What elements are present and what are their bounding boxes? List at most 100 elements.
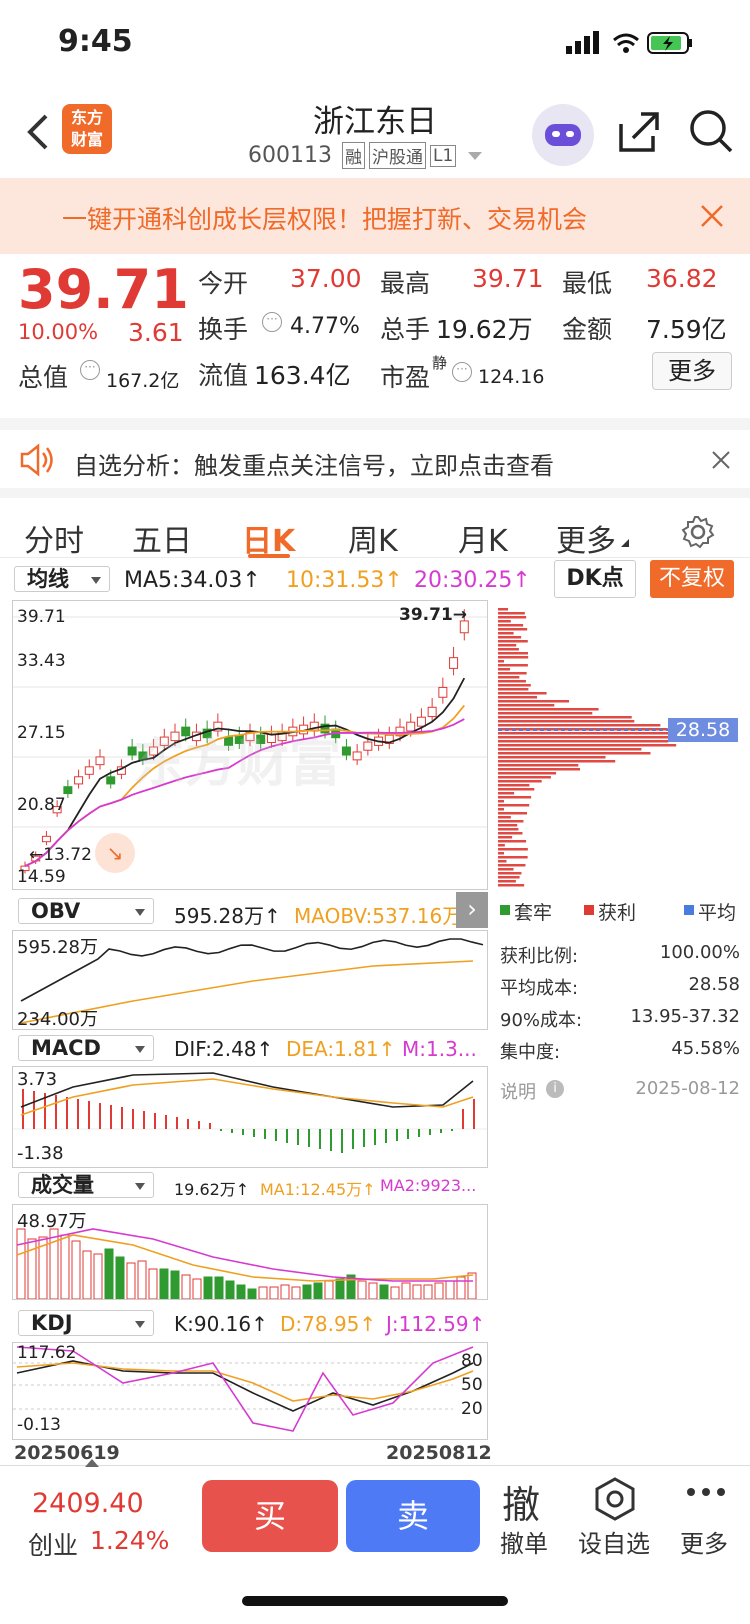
volume-bar xyxy=(335,1278,345,1300)
turnover-value: 4.77% xyxy=(290,314,360,339)
info-dots-icon[interactable]: ··· xyxy=(262,312,282,332)
quote-panel: 39.71 10.00% 3.61 总值 ··· 167.2亿 今开 37.00… xyxy=(0,254,750,418)
obv-select[interactable]: OBV xyxy=(18,898,154,924)
volume-value: 19.62万↑ xyxy=(174,1180,250,1199)
macd-m: M:1.3... xyxy=(402,1037,477,1061)
chip-bar xyxy=(498,736,684,739)
stock-code-row: 600113 融 沪股通 L1 xyxy=(248,142,483,169)
add-watchlist-label[interactable]: 设自选 xyxy=(578,1524,650,1559)
chip-bar xyxy=(498,816,511,819)
obv-ymin: 234.00万 xyxy=(17,1009,98,1030)
chip-bar xyxy=(498,884,525,887)
ma-select-label: 均线 xyxy=(27,567,69,591)
index-value[interactable]: 2409.40 xyxy=(32,1488,144,1519)
info-dots-icon[interactable]: ··· xyxy=(80,360,100,380)
buy-button[interactable]: 买 xyxy=(202,1480,338,1552)
chip-bar xyxy=(498,792,515,795)
volume-label: 总手 xyxy=(380,315,431,344)
chip-bar xyxy=(498,832,523,835)
chip-bar xyxy=(498,612,525,615)
chip-bar xyxy=(498,868,514,871)
watchlist-hexagon-icon[interactable] xyxy=(592,1476,638,1522)
search-icon[interactable] xyxy=(688,108,734,154)
info-icon[interactable]: i xyxy=(546,1080,564,1098)
tab-intraday[interactable]: 分时 xyxy=(24,516,84,560)
more-dots-icon[interactable] xyxy=(686,1486,726,1498)
chip-bar xyxy=(498,724,661,727)
chip-bar xyxy=(498,840,527,843)
badge-connect: 沪股通 xyxy=(368,142,426,169)
chip-bar xyxy=(498,864,526,867)
promo-banner[interactable]: 一键开通科创成长层权限！把握打新、交易机会 xyxy=(0,178,750,254)
note-link[interactable]: 说明 xyxy=(500,1082,536,1103)
dk-point-button[interactable]: DK点 xyxy=(554,560,636,598)
tab-monthly-k[interactable]: 月K xyxy=(458,516,508,560)
macd-select-label: MACD xyxy=(31,1036,101,1060)
adjust-button[interactable]: 不复权 xyxy=(650,560,734,598)
ma10-label: 10:31.53↑ xyxy=(286,568,403,593)
cancel-order-label[interactable]: 撤单 xyxy=(500,1524,548,1559)
ma20-label: 20:30.25↑ xyxy=(414,568,531,593)
volume-bar xyxy=(247,1288,257,1300)
chevron-right-icon[interactable]: › xyxy=(456,892,488,928)
pe-value: 124.16 xyxy=(478,366,545,388)
chip-bar xyxy=(498,712,593,715)
tab-weekly-k[interactable]: 周K xyxy=(348,516,398,560)
macd-select[interactable]: MACD xyxy=(18,1035,154,1061)
chip-bar xyxy=(498,872,522,875)
chip-bar xyxy=(498,716,632,719)
more-button[interactable]: 更多 xyxy=(652,352,732,390)
chip-bar xyxy=(498,824,518,827)
close-icon[interactable] xyxy=(700,204,724,228)
avg-cost-marker: 28.58 xyxy=(668,718,738,742)
chip-bar xyxy=(498,844,505,847)
volume-bar xyxy=(49,1228,59,1300)
candle-body xyxy=(449,657,459,669)
k-line xyxy=(16,1360,474,1412)
close-icon[interactable] xyxy=(711,450,731,470)
ma-select[interactable]: 均线 xyxy=(14,566,110,592)
banner-text: 一键开通科创成长层权限！把握打新、交易机会 xyxy=(62,205,588,234)
change-pct: 10.00% xyxy=(18,320,99,344)
speaker-icon xyxy=(20,443,53,477)
volume-bar xyxy=(390,1286,400,1300)
chip-bar xyxy=(498,880,516,883)
more-label[interactable]: 更多 xyxy=(680,1524,728,1559)
candle-body xyxy=(406,721,416,732)
caret-up-icon[interactable] xyxy=(84,1458,100,1468)
stat-value: 13.95-37.32 xyxy=(630,1006,740,1027)
expand-icon[interactable]: ↘ xyxy=(95,833,135,873)
candle-body xyxy=(95,756,105,766)
volume-select[interactable]: 成交量 xyxy=(18,1172,154,1198)
kdj-select-label: KDJ xyxy=(31,1311,73,1335)
chip-bar xyxy=(498,812,527,815)
tab-five-day[interactable]: 五日 xyxy=(132,516,192,560)
candle-body xyxy=(427,706,437,718)
y-label-min: 14.59 xyxy=(17,867,66,887)
candle-body xyxy=(63,786,73,795)
stat-value: 28.58 xyxy=(688,974,740,995)
turnover-label: 换手 xyxy=(198,315,249,344)
kline-chart[interactable]: 39.71 33.43 27.15 20.87 14.59 39.71→ ←13… xyxy=(12,600,488,890)
info-dots-icon[interactable]: ··· xyxy=(452,362,472,382)
pe-label: 市盈 xyxy=(380,363,431,392)
status-icons xyxy=(566,31,692,54)
settings-gear-icon[interactable] xyxy=(680,514,716,550)
kdj-select[interactable]: KDJ xyxy=(18,1310,154,1336)
macd-ymin: -1.38 xyxy=(17,1143,64,1164)
sell-button[interactable]: 卖 xyxy=(346,1480,480,1552)
analysis-alert[interactable]: 自选分析：触发重点关注信号，立即点击查看 xyxy=(0,418,750,488)
chip-stat-avg-cost: 平均成本: 28.58 xyxy=(500,974,740,1000)
chip-stat-90-cost: 90%成本: 13.95-37.32 xyxy=(500,1006,740,1032)
chip-bar xyxy=(498,696,538,699)
tab-more[interactable]: 更多 xyxy=(556,516,616,560)
chip-stat-profit-ratio: 获利比例: 100.00% xyxy=(500,942,740,968)
share-icon[interactable] xyxy=(617,110,661,154)
dropdown-icon[interactable] xyxy=(468,151,483,160)
robot-avatar-icon[interactable] xyxy=(532,104,594,166)
cancel-order-icon[interactable]: 撤 xyxy=(502,1474,540,1529)
chip-bar xyxy=(498,644,517,647)
stat-label: 90%成本: xyxy=(500,1010,583,1031)
macd-svg xyxy=(13,1072,487,1153)
volume-bar xyxy=(115,1256,125,1300)
